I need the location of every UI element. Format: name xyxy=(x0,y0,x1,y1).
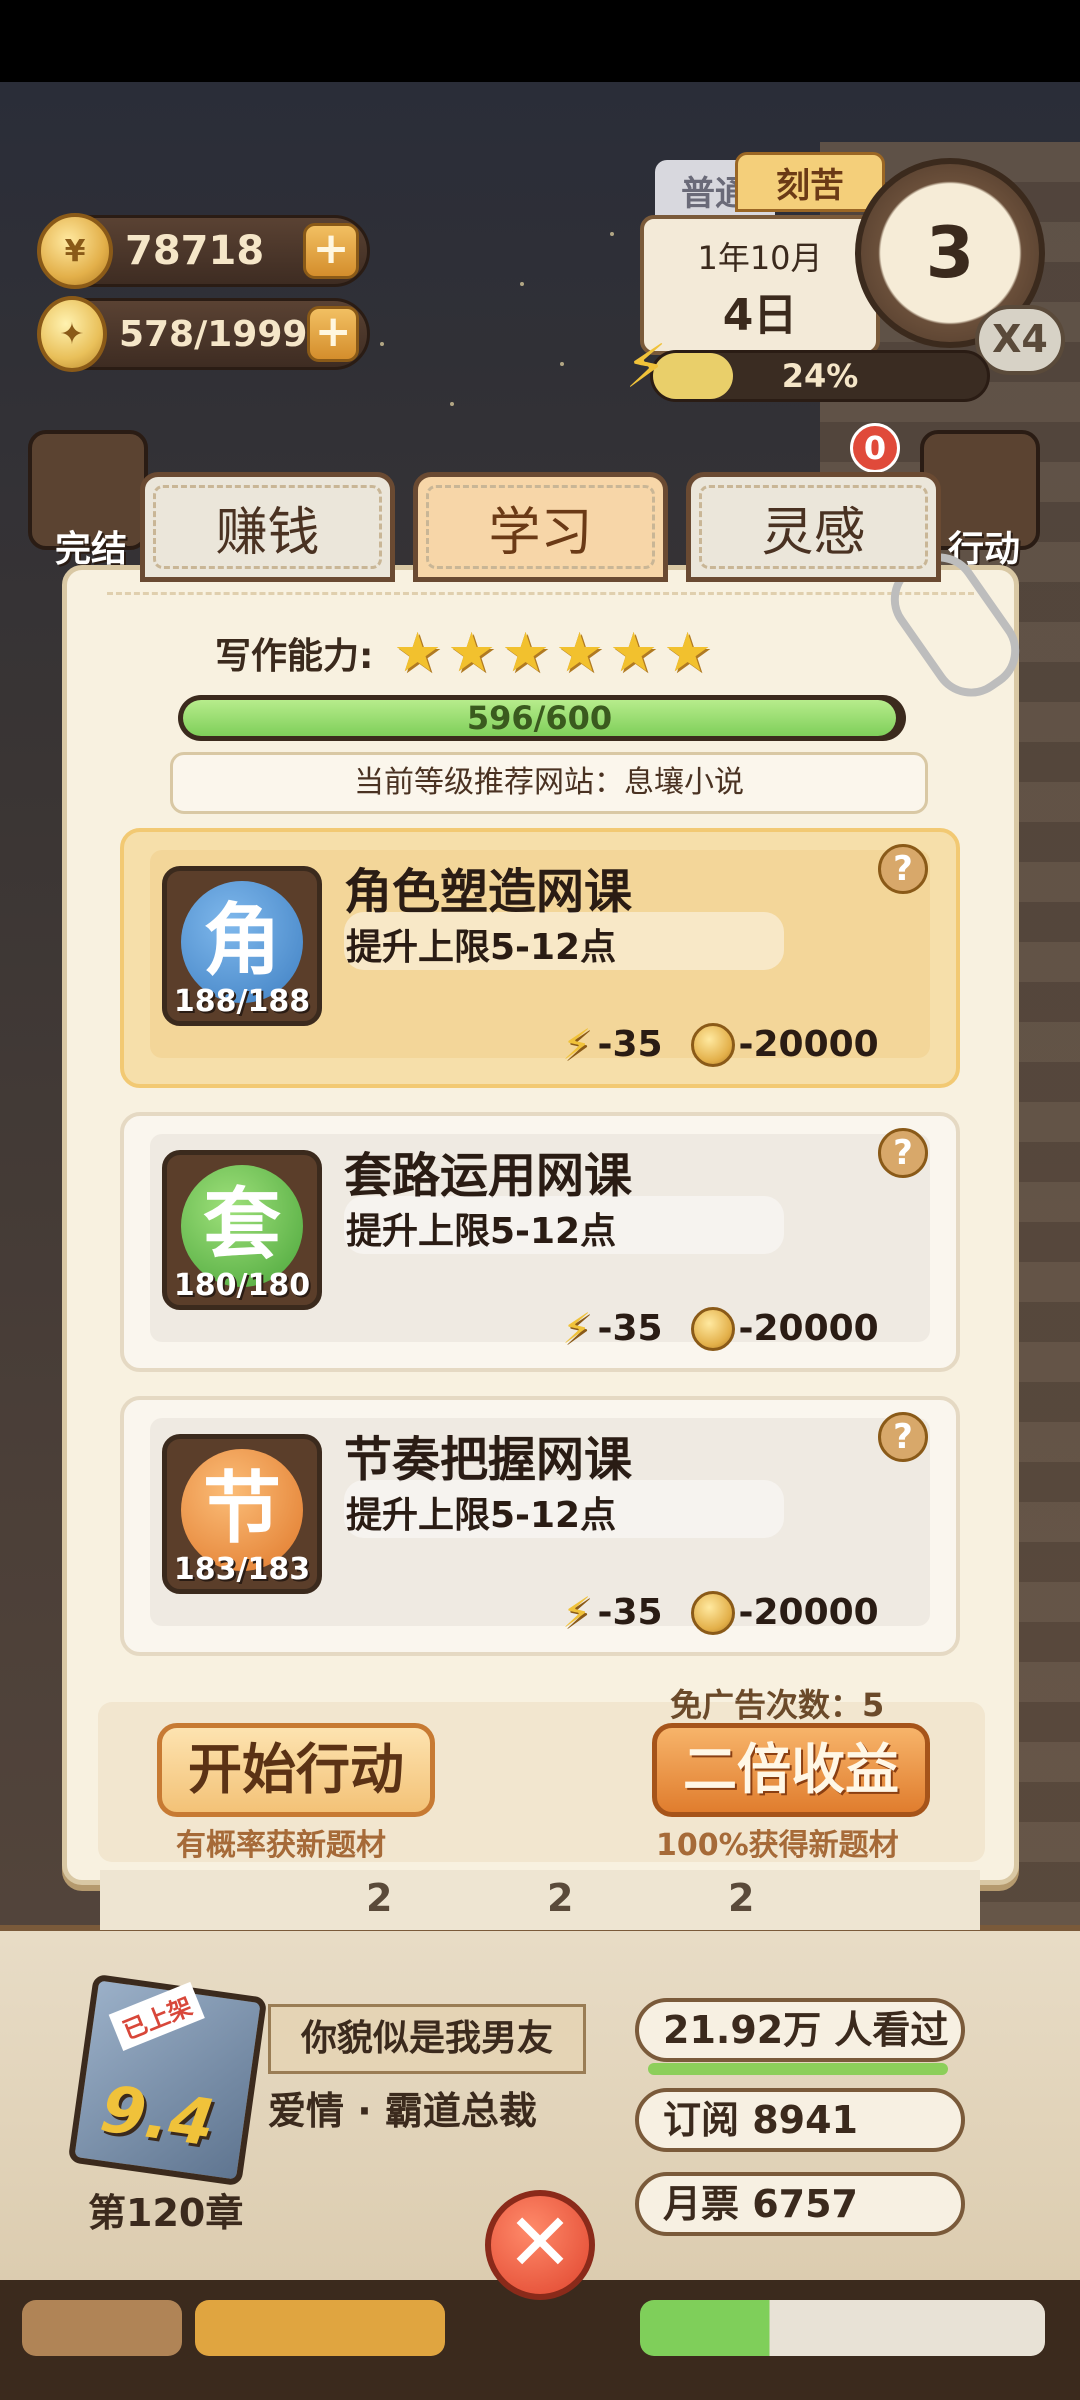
coin-cost: -20000 xyxy=(738,1592,879,1633)
writing-xp-bar: 596/600 xyxy=(178,695,906,741)
double-reward-subtitle: 100%获得新题材 xyxy=(656,1828,899,1863)
start-action-button[interactable]: 开始行动 xyxy=(157,1723,435,1817)
tab-earn-money[interactable]: 赚钱 xyxy=(140,472,395,582)
energy-bolt-icon[interactable]: ⚡ xyxy=(625,332,667,402)
book-status-label: 已上架 xyxy=(108,1981,205,2051)
coin-icon xyxy=(690,1306,735,1351)
course-icon-trope: 套 180/180 xyxy=(162,1150,322,1310)
coin-cost: -20000 xyxy=(738,1024,879,1065)
energy-cost: -35 xyxy=(597,1308,663,1349)
status-bar xyxy=(0,0,1080,82)
book-score: 9.4 xyxy=(96,2072,219,2162)
energy-bolt-icon: ⚡ xyxy=(562,1020,592,1069)
notification-badge: 0 xyxy=(850,423,900,473)
strip-number: 2 xyxy=(547,1876,574,1920)
star-icon: ★ xyxy=(501,621,550,684)
course-desc: 提升上限5-12点 xyxy=(346,927,617,968)
help-icon[interactable]: ? xyxy=(878,844,928,894)
inspiration-value: 578/1999 xyxy=(118,313,308,355)
book-title: 你貌似是我男友 xyxy=(268,2004,586,2074)
date-display: 1年10月 4日 xyxy=(640,215,880,355)
coin-cost: -20000 xyxy=(738,1308,879,1349)
energy-cost: -35 xyxy=(597,1592,663,1633)
course-desc: 提升上限5-12点 xyxy=(346,1211,617,1252)
book-chapter: 第120章 xyxy=(88,2191,244,2235)
course-cost: ⚡ -35 -20000 xyxy=(562,1588,879,1637)
views-bar xyxy=(648,2063,948,2075)
chart-strip: 2 2 2 xyxy=(100,1870,980,1930)
recommended-site: 当前等级推荐网站：息壤小说 xyxy=(170,752,928,814)
date-day: 4日 xyxy=(722,290,798,341)
star-icon: ★ xyxy=(663,621,712,684)
course-icon-pacing: 节 183/183 xyxy=(162,1434,322,1594)
views-stat: 21.92万 人看过 xyxy=(635,1998,965,2062)
writing-skill-row: 写作能力: ★ ★ ★ ★ ★ ★ xyxy=(215,621,717,684)
course-count: 180/180 xyxy=(173,1268,311,1303)
help-icon[interactable]: ? xyxy=(878,1412,928,1462)
coin-icon xyxy=(690,1590,735,1635)
energy-bar: 24% xyxy=(650,350,990,402)
date-month: 1年10月 xyxy=(697,239,823,277)
coin-value: 78718 xyxy=(125,228,265,274)
coin-icon: ¥ xyxy=(37,213,113,289)
course-cost: ⚡ -35 -20000 xyxy=(562,1304,879,1353)
book-genre: 爱情 · 霸道总裁 xyxy=(268,2089,537,2133)
energy-percent: 24% xyxy=(781,357,859,395)
star-icon: ★ xyxy=(609,621,658,684)
course-count: 188/188 xyxy=(173,984,311,1019)
strip-number: 2 xyxy=(728,1876,755,1920)
tab-study[interactable]: 学习 xyxy=(413,472,668,582)
course-count: 183/183 xyxy=(173,1552,311,1587)
coin-icon xyxy=(690,1022,735,1067)
book-cover[interactable]: 已上架 9.4 xyxy=(67,1973,268,2187)
course-card-pacing[interactable]: 节 183/183 节奏把握网课 提升上限5-12点 ? ⚡ -35 -2000… xyxy=(120,1396,960,1656)
add-inspiration-button[interactable]: + xyxy=(307,306,359,362)
course-cost: ⚡ -35 -20000 xyxy=(562,1020,879,1069)
writing-skill-label: 写作能力: xyxy=(215,636,374,677)
course-card-trope[interactable]: 套 180/180 套路运用网课 提升上限5-12点 ? ⚡ -35 -2000… xyxy=(120,1112,960,1372)
help-icon[interactable]: ? xyxy=(878,1128,928,1178)
tab-inspiration[interactable]: 灵感 xyxy=(686,472,941,582)
star-icon: ★ xyxy=(447,621,496,684)
double-reward-button[interactable]: 二倍收益 xyxy=(652,1723,930,1817)
subscriptions-stat: 订阅 8941 xyxy=(635,2088,965,2152)
close-button[interactable]: ✕ xyxy=(485,2190,595,2300)
ad-free-count: 免广告次数：5 xyxy=(670,1686,885,1724)
energy-bolt-icon: ⚡ xyxy=(562,1588,592,1637)
inspiration-counter: ✦ 578/1999 + xyxy=(37,296,370,372)
writing-xp-fill: 596/600 xyxy=(183,700,896,736)
strip-number: 2 xyxy=(366,1876,393,1920)
energy-cost: -35 xyxy=(597,1024,663,1065)
star-icon: ★ xyxy=(555,621,604,684)
course-card-character[interactable]: 角 188/188 角色塑造网课 提升上限5-12点 ? ⚡ -35 -2000… xyxy=(120,828,960,1088)
monthly-votes-stat: 月票 6757 xyxy=(635,2172,965,2236)
course-desc: 提升上限5-12点 xyxy=(346,1495,617,1536)
mode-hard-tab[interactable]: 刻苦 xyxy=(735,152,885,212)
writing-xp-text: 596/600 xyxy=(466,699,613,737)
start-action-subtitle: 有概率获新题材 xyxy=(176,1828,386,1863)
energy-bolt-icon: ⚡ xyxy=(562,1304,592,1353)
add-coins-button[interactable]: + xyxy=(303,223,359,279)
lightbulb-icon: ✦ xyxy=(37,296,107,372)
course-icon-character: 角 188/188 xyxy=(162,866,322,1026)
speed-multiplier-button[interactable]: X4 xyxy=(975,305,1065,375)
coin-counter: ¥ 78718 + xyxy=(37,213,370,289)
star-icon: ★ xyxy=(393,621,442,684)
